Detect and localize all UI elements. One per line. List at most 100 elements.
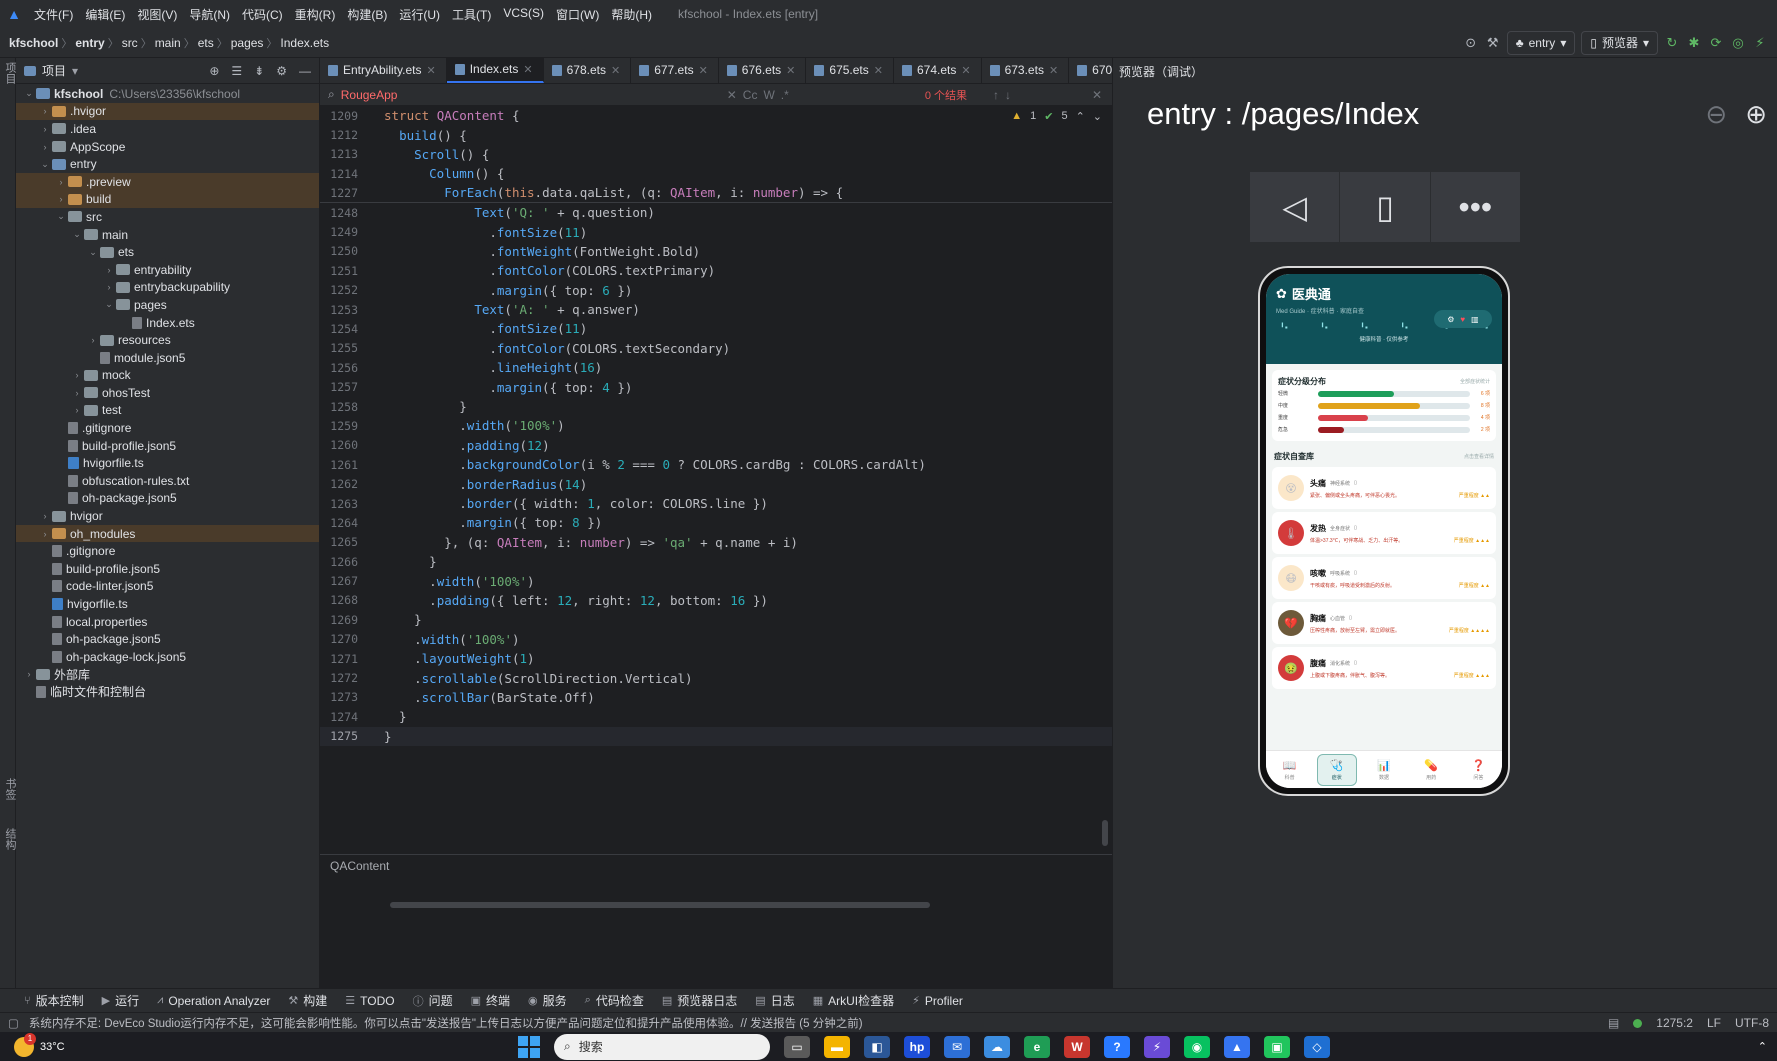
- code-line[interactable]: 1267 .width('100%'): [320, 571, 1112, 590]
- code-line[interactable]: 1227 ForEach(this.data.qaList, (q: QAIte…: [320, 184, 1112, 203]
- code-line[interactable]: 1209 struct QAContent {: [320, 106, 1112, 125]
- file-explorer-icon[interactable]: ▬: [824, 1035, 850, 1058]
- code-line[interactable]: 1268 .padding({ left: 12, right: 12, bot…: [320, 591, 1112, 610]
- chevron-right-icon[interactable]: ›: [86, 335, 100, 345]
- code-area[interactable]: 1209 struct QAContent {1212 build() {1213…: [320, 106, 1112, 906]
- bottom-tool-button[interactable]: ⩘ Operation Analyzer: [157, 994, 270, 1008]
- expand-all-icon[interactable]: ☰: [231, 64, 242, 78]
- tree-item[interactable]: build-profile.json5: [16, 560, 319, 578]
- app-tab[interactable]: 🩺 症状: [1316, 753, 1357, 786]
- editor-tab[interactable]: 674.ets ✕: [894, 57, 982, 83]
- code-line[interactable]: 1260 .padding(12): [320, 436, 1112, 455]
- tree-item[interactable]: › .idea: [16, 120, 319, 138]
- menu-item[interactable]: 工具(T): [446, 6, 497, 23]
- tree-item[interactable]: obfuscation-rules.txt: [16, 472, 319, 490]
- tree-item[interactable]: oh-package.json5: [16, 630, 319, 648]
- tree-item[interactable]: hvigorfile.ts: [16, 595, 319, 613]
- bottom-tool-button[interactable]: ⚡ Profiler: [912, 994, 963, 1008]
- tree-item[interactable]: › .preview: [16, 172, 319, 191]
- zoom-in-icon[interactable]: ⊕: [1745, 99, 1767, 130]
- mail-icon[interactable]: ✉: [944, 1035, 970, 1058]
- tree-item[interactable]: build-profile.json5: [16, 437, 319, 455]
- ide-app-icon[interactable]: ⚡: [1144, 1035, 1170, 1058]
- app-tab[interactable]: 📖 科普: [1270, 759, 1310, 781]
- tree-item[interactable]: › .hvigor: [16, 102, 319, 121]
- tree-item[interactable]: › ohosTest: [16, 384, 319, 402]
- menu-item[interactable]: 代码(C): [236, 6, 289, 23]
- task-view-icon[interactable]: ▭: [784, 1035, 810, 1058]
- chevron-down-icon[interactable]: ⌄: [54, 211, 68, 222]
- menu-item[interactable]: 构建(B): [341, 6, 393, 23]
- tree-item[interactable]: ⌄ kfschool C:\Users\23356\kfschool: [16, 85, 319, 103]
- chevron-right-icon[interactable]: ›: [22, 669, 36, 679]
- taskbar-search[interactable]: ⌕ 搜索: [554, 1033, 770, 1060]
- phone-screen[interactable]: ✿ 医典通 Med Guide · 症状科普 · 家庭自查 ⚙ ♥ ▥ ╹▪ ╹▪ ╹▪ ╹…: [1266, 274, 1502, 788]
- run-config-select[interactable]: ♣ entry ▾: [1506, 30, 1576, 55]
- bottom-tool-button[interactable]: ⑂ 版本控制: [24, 992, 84, 1009]
- tree-item[interactable]: oh-package.json5: [16, 490, 319, 508]
- close-icon[interactable]: ✕: [1049, 64, 1058, 77]
- tree-item[interactable]: › hvigor: [16, 507, 319, 525]
- tree-item[interactable]: 临时文件和控制台: [16, 683, 319, 701]
- gear-icon[interactable]: ⚙: [276, 64, 287, 78]
- bottom-tool-button[interactable]: ☰ TODO: [345, 994, 394, 1008]
- editor-tab[interactable]: 673.ets ✕: [982, 57, 1070, 83]
- code-line[interactable]: 1256 .lineHeight(16): [320, 358, 1112, 377]
- previewer-select[interactable]: ▯ 预览器 ▾: [1581, 30, 1658, 55]
- code-line[interactable]: 1263 .border({ width: 1, color: COLORS.l…: [320, 494, 1112, 513]
- collapse-all-icon[interactable]: ⇟: [254, 64, 264, 78]
- chevron-right-icon[interactable]: ›: [38, 124, 52, 134]
- app-tab[interactable]: 💊 用药: [1411, 759, 1451, 781]
- chevron-down-icon[interactable]: ⌄: [22, 88, 36, 99]
- chevron-right-icon[interactable]: ›: [70, 388, 84, 398]
- caret-position[interactable]: 1275:2: [1656, 1016, 1693, 1030]
- editor-tab[interactable]: 678.ets ✕: [544, 57, 632, 83]
- code-line[interactable]: 1257 .margin({ top: 4 }): [320, 377, 1112, 396]
- code-line[interactable]: 1275}: [320, 726, 1112, 746]
- status-message[interactable]: 系统内存不足: DevEco Studio运行内存不足，这可能会影响性能。你可以…: [29, 1015, 863, 1031]
- tree-item[interactable]: ⌄ main: [16, 226, 319, 244]
- library-more-link[interactable]: 点击查看详情: [1464, 453, 1494, 460]
- menu-item[interactable]: 视图(V): [131, 6, 183, 23]
- editor-tab[interactable]: EntryAbility.ets ✕: [320, 57, 447, 83]
- menu-item[interactable]: 窗口(W): [550, 6, 605, 23]
- code-breadcrumb[interactable]: QAContent: [320, 854, 1112, 876]
- tree-item[interactable]: oh-package-lock.json5: [16, 648, 319, 666]
- hot-reload-icon[interactable]: ⚡: [1749, 32, 1771, 54]
- code-line[interactable]: 1265 }, (q: QAItem, i: number) => 'qa' +…: [320, 533, 1112, 552]
- hide-icon[interactable]: —: [299, 64, 311, 78]
- code-line[interactable]: 1255 .fontColor(COLORS.textSecondary): [320, 339, 1112, 358]
- code-line[interactable]: 1254 .fontSize(11): [320, 319, 1112, 338]
- close-icon[interactable]: ✕: [426, 64, 435, 77]
- code-line[interactable]: 1212 build() {: [320, 125, 1112, 144]
- wechat-icon[interactable]: ◉: [1184, 1035, 1210, 1058]
- chevron-down-icon[interactable]: ⌄: [38, 159, 52, 170]
- code-line[interactable]: 1214 Column() {: [320, 164, 1112, 183]
- tree-item[interactable]: › oh_modules: [16, 524, 319, 543]
- breadcrumb-item[interactable]: entry: [72, 36, 107, 50]
- chevron-down-icon[interactable]: ⌄: [86, 247, 100, 258]
- bottom-tool-button[interactable]: ▤ 预览器日志: [662, 992, 737, 1009]
- chevron-right-icon[interactable]: ›: [38, 511, 52, 521]
- breadcrumb-item[interactable]: Index.ets: [277, 36, 332, 50]
- bottom-tool-button[interactable]: ▦ ArkUI检查器: [813, 992, 894, 1009]
- close-icon[interactable]: ✕: [961, 64, 970, 77]
- menu-item[interactable]: 文件(F): [28, 6, 79, 23]
- debug-icon[interactable]: ✱: [1683, 32, 1705, 54]
- breadcrumb-item[interactable]: pages: [228, 36, 267, 50]
- words-icon[interactable]: W: [763, 88, 774, 102]
- bottom-tool-button[interactable]: ⓘ 问题: [413, 992, 453, 1009]
- menu-item[interactable]: 重构(R): [289, 6, 342, 23]
- bottom-tool-button[interactable]: ⌕ 代码检查: [585, 992, 644, 1009]
- menu-item[interactable]: 运行(U): [393, 6, 446, 23]
- code-line[interactable]: 1273 .scrollBar(BarState.Off): [320, 688, 1112, 707]
- attach-icon[interactable]: ⟳: [1705, 32, 1727, 54]
- chevron-right-icon[interactable]: ›: [38, 142, 52, 152]
- deveco-taskbar-icon[interactable]: ▲: [1224, 1035, 1250, 1058]
- code-line[interactable]: 1266 }: [320, 552, 1112, 571]
- app-tab[interactable]: ❓ 问答: [1458, 759, 1498, 781]
- cloud-app-icon[interactable]: ☁: [984, 1035, 1010, 1058]
- breadcrumb-item[interactable]: kfschool: [6, 36, 61, 50]
- wps-icon[interactable]: W: [1064, 1035, 1090, 1058]
- bottom-tool-button[interactable]: ⚒ 构建: [288, 992, 327, 1009]
